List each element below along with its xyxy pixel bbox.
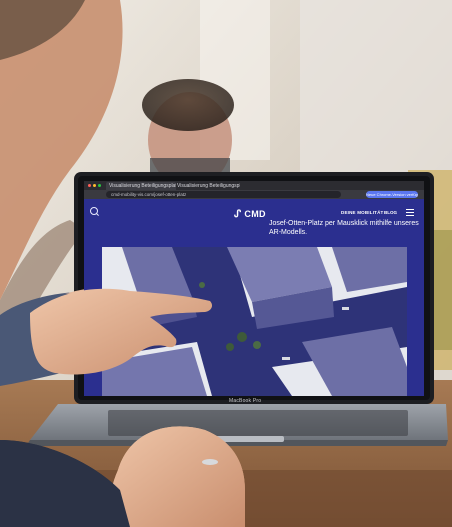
foreground-hands — [0, 288, 245, 527]
photo-scene: Visualisierung Beteiligungsplattform Vis… — [0, 0, 452, 527]
